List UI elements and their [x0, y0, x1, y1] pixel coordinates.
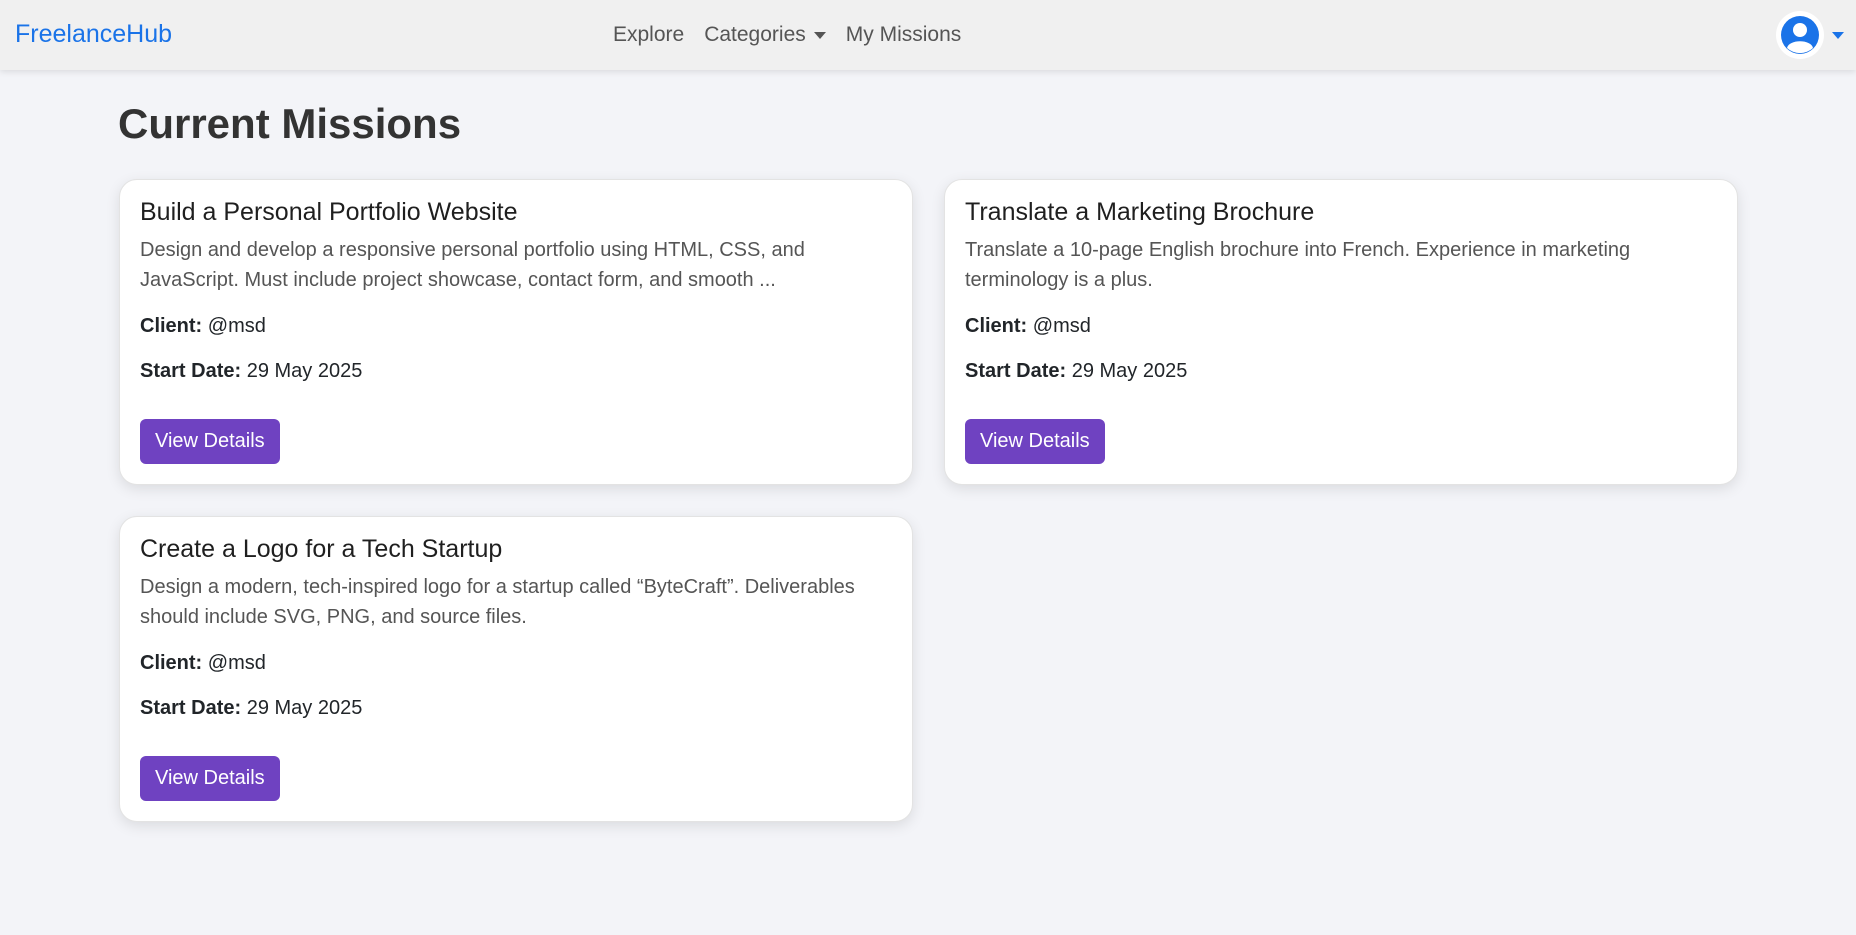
- mission-card: Create a Logo for a Tech Startup Design …: [119, 516, 913, 822]
- mission-title: Create a Logo for a Tech Startup: [140, 535, 503, 563]
- start-date-label: Start Date:: [140, 697, 242, 719]
- mission-start-date: Start Date: 29 May 2025: [965, 360, 1717, 383]
- mission-title: Build a Personal Portfolio Website: [140, 198, 518, 226]
- mission-start-date: Start Date: 29 May 2025: [140, 697, 892, 720]
- brand-logo-link[interactable]: FreelanceHub: [15, 20, 172, 49]
- mission-client: Client: @msd: [140, 652, 892, 675]
- client-label: Client:: [140, 652, 203, 674]
- user-avatar-icon: [1781, 16, 1819, 54]
- client-value: @msd: [207, 315, 266, 337]
- mission-card: Build a Personal Portfolio Website Desig…: [119, 179, 913, 485]
- mission-card: Translate a Marketing Brochure Translate…: [944, 179, 1738, 485]
- mission-description: Design and develop a responsive personal…: [140, 239, 805, 291]
- avatar[interactable]: [1776, 11, 1824, 59]
- start-date-value: 29 May 2025: [1071, 360, 1188, 382]
- view-details-button[interactable]: View Details: [965, 419, 1105, 464]
- top-navbar: FreelanceHub Explore Categories My Missi…: [0, 0, 1856, 70]
- mission-client: Client: @msd: [965, 315, 1717, 338]
- mission-start-date: Start Date: 29 May 2025: [140, 360, 892, 383]
- nav-my-missions-link[interactable]: My Missions: [846, 23, 962, 47]
- nav-categories-label: Categories: [704, 23, 806, 46]
- client-label: Client:: [965, 315, 1028, 337]
- nav-my-missions-label: My Missions: [845, 23, 962, 46]
- mission-description: Design a modern, tech-inspired logo for …: [140, 576, 855, 628]
- nav-explore-label: Explore: [613, 23, 685, 46]
- mission-title: Translate a Marketing Brochure: [965, 198, 1315, 226]
- view-details-button[interactable]: View Details: [140, 419, 280, 464]
- start-date-label: Start Date:: [140, 360, 242, 382]
- client-label: Client:: [140, 315, 203, 337]
- chevron-down-icon[interactable]: [1832, 31, 1844, 39]
- mission-client: Client: @msd: [140, 315, 892, 338]
- mission-description: Translate a 10-page English brochure int…: [965, 239, 1631, 291]
- nav-explore-link[interactable]: Explore: [613, 23, 684, 47]
- client-value: @msd: [1032, 315, 1091, 337]
- user-menu-dropdown[interactable]: [1776, 11, 1844, 59]
- page-title: Current Missions: [118, 100, 462, 147]
- view-details-button[interactable]: View Details: [140, 756, 280, 801]
- client-value: @msd: [207, 652, 266, 674]
- start-date-value: 29 May 2025: [246, 360, 363, 382]
- chevron-down-icon: [813, 31, 826, 39]
- start-date-value: 29 May 2025: [246, 697, 363, 719]
- start-date-label: Start Date:: [965, 360, 1067, 382]
- nav-categories-dropdown[interactable]: Categories: [704, 23, 826, 47]
- nav-links: Explore Categories My Missions: [613, 23, 961, 47]
